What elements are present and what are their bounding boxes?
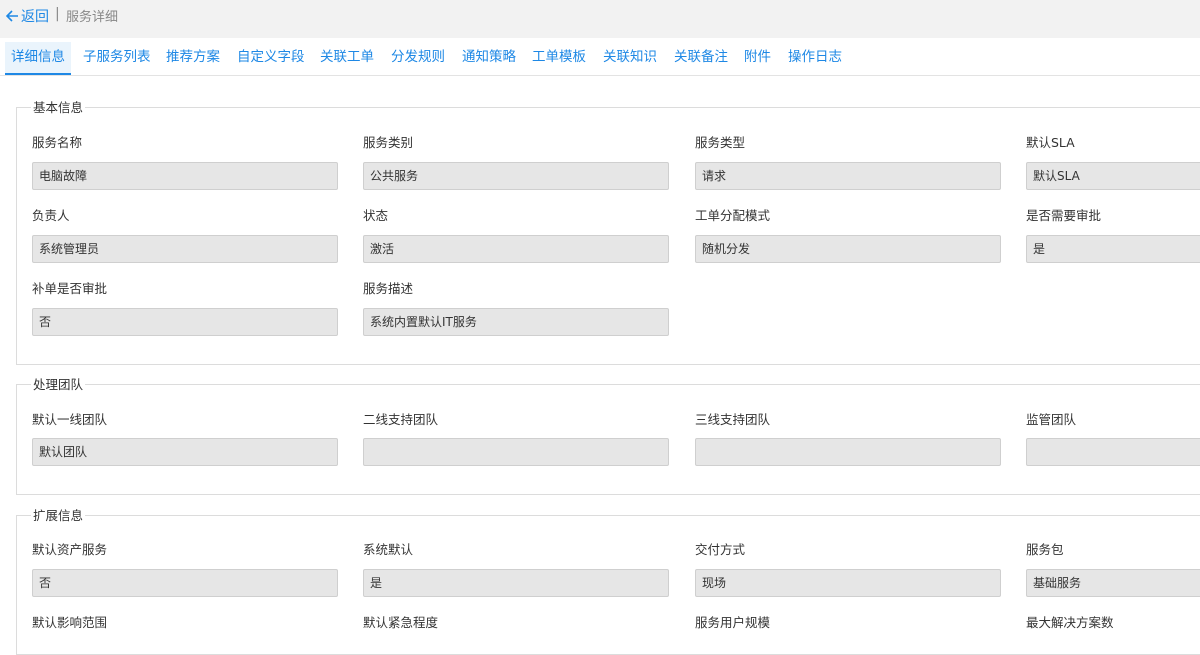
field-label: 最大解决方案数	[1026, 615, 1114, 630]
field-label: 补单是否审批	[32, 281, 108, 296]
first-line-team-field[interactable]: 默认团队	[32, 438, 338, 466]
field-label: 监管团队	[1026, 412, 1077, 427]
assignment-mode-field[interactable]: 随机分发	[695, 235, 1001, 263]
default-asset-service-field[interactable]: 否	[32, 569, 338, 597]
section-extended-info: 扩展信息 默认资产服务 否 系统默认 是 交付方式 现场 服务包 基础服务 默认…	[16, 508, 1200, 655]
field-label: 服务类型	[695, 135, 746, 150]
field-label: 服务名称	[32, 135, 83, 150]
supervisor-team-field[interactable]	[1026, 438, 1200, 466]
field-label: 负责人	[32, 208, 70, 223]
tab-related-tickets[interactable]: 关联工单	[320, 42, 374, 75]
section-handling-team: 处理团队 默认一线团队 默认团队 二线支持团队 三线支持团队 监管团队	[16, 377, 1200, 495]
tab-details[interactable]: 详细信息	[5, 42, 71, 75]
field-label: 服务包	[1026, 542, 1064, 557]
field-label: 三线支持团队	[695, 412, 771, 427]
field-label: 服务描述	[363, 281, 414, 296]
section-legend: 扩展信息	[31, 508, 86, 523]
second-line-team-field[interactable]	[363, 438, 669, 466]
tab-operation-log[interactable]: 操作日志	[788, 42, 842, 75]
field-label: 默认一线团队	[32, 412, 108, 427]
tab-recommended-solutions[interactable]: 推荐方案	[166, 42, 220, 75]
tab-ticket-templates[interactable]: 工单模板	[532, 42, 586, 75]
tab-bar: 详细信息 子服务列表 推荐方案 自定义字段 关联工单 分发规则 通知策略 工单模…	[0, 42, 1200, 76]
supplement-approval-field[interactable]: 否	[32, 308, 338, 336]
field-label: 状态	[363, 208, 389, 223]
tab-custom-fields[interactable]: 自定义字段	[237, 42, 305, 75]
tab-sub-services[interactable]: 子服务列表	[83, 42, 151, 75]
top-bar: 返回 | 服务详细	[0, 0, 1200, 38]
page-title: 服务详细	[66, 10, 119, 25]
section-legend: 基本信息	[31, 100, 86, 115]
field-label: 默认紧急程度	[363, 615, 439, 630]
section-basic-info: 基本信息 服务名称 电脑故障 服务类别 公共服务 服务类型 请求 默认SLA 默…	[16, 100, 1200, 365]
tab-related-notes[interactable]: 关联备注	[674, 42, 728, 75]
service-type-field[interactable]: 请求	[695, 162, 1001, 190]
back-link[interactable]: 返回	[6, 6, 49, 26]
field-label: 服务类别	[363, 135, 414, 150]
third-line-team-field[interactable]	[695, 438, 1001, 466]
tab-notification-policy[interactable]: 通知策略	[462, 42, 516, 75]
tab-dispatch-rules[interactable]: 分发规则	[391, 42, 445, 75]
field-label: 服务用户规模	[695, 615, 771, 630]
breadcrumb-separator: |	[55, 6, 60, 22]
owner-field[interactable]: 系统管理员	[32, 235, 338, 263]
service-package-field[interactable]: 基础服务	[1026, 569, 1200, 597]
approval-required-field[interactable]: 是	[1026, 235, 1200, 263]
field-label: 工单分配模式	[695, 208, 771, 223]
field-label: 二线支持团队	[363, 412, 439, 427]
tab-related-knowledge[interactable]: 关联知识	[603, 42, 657, 75]
system-default-field[interactable]: 是	[363, 569, 669, 597]
field-label: 默认资产服务	[32, 542, 108, 557]
default-sla-field[interactable]: 默认SLA	[1026, 162, 1200, 190]
section-legend: 处理团队	[31, 377, 86, 392]
field-label: 默认SLA	[1026, 135, 1075, 150]
field-label: 是否需要审批	[1026, 208, 1102, 223]
field-label: 默认影响范围	[32, 615, 108, 630]
back-label: 返回	[21, 9, 49, 25]
service-category-field[interactable]: 公共服务	[363, 162, 669, 190]
service-description-field[interactable]: 系统内置默认IT服务	[363, 308, 669, 336]
service-name-field[interactable]: 电脑故障	[32, 162, 338, 190]
field-label: 系统默认	[363, 542, 414, 557]
arrow-left-icon	[6, 10, 18, 22]
delivery-method-field[interactable]: 现场	[695, 569, 1001, 597]
tab-attachments[interactable]: 附件	[744, 42, 771, 75]
status-field[interactable]: 激活	[363, 235, 669, 263]
field-label: 交付方式	[695, 542, 746, 557]
